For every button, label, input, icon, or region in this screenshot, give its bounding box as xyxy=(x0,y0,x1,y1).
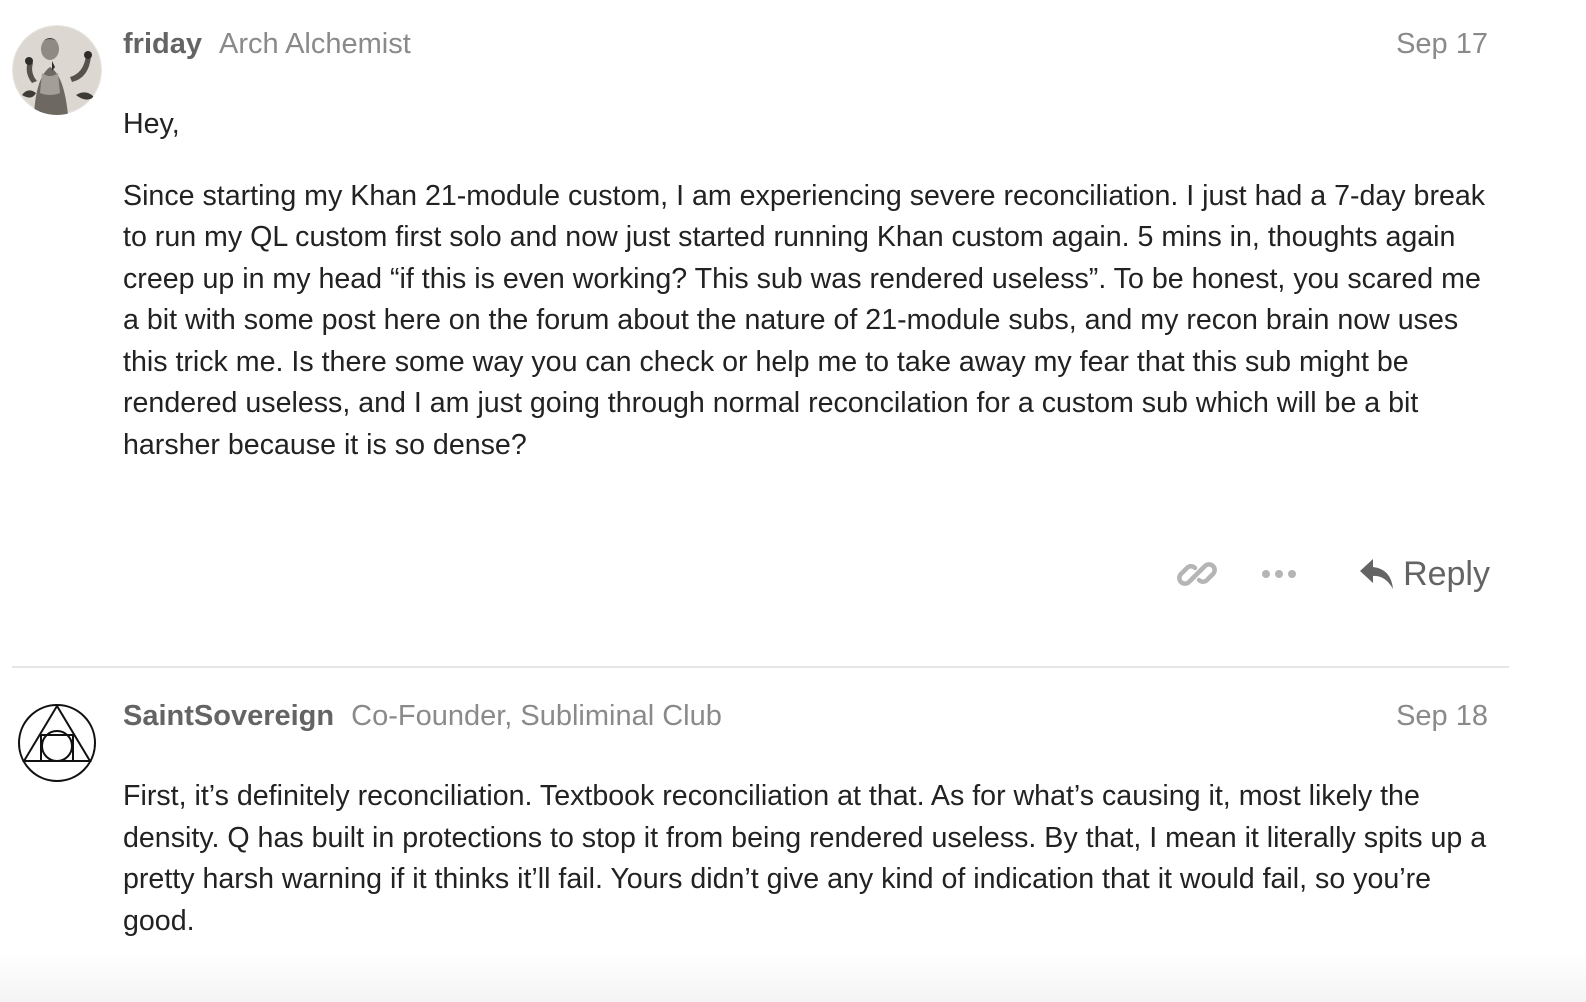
username[interactable]: friday xyxy=(123,28,202,61)
post-body: First, it’s definitely reconciliation. T… xyxy=(123,776,1493,942)
avatar[interactable] xyxy=(12,698,102,788)
post-paragraph: First, it’s definitely reconciliation. T… xyxy=(123,780,1487,937)
scroll-fade xyxy=(0,950,1586,1002)
portrait-sketch-avatar xyxy=(12,25,102,115)
post-meta: friday Arch Alchemist Sep 17 xyxy=(123,24,1488,64)
post-actions: Reply xyxy=(1177,549,1490,599)
reply-button[interactable]: Reply xyxy=(1359,555,1490,594)
post-paragraph: Hey, xyxy=(123,108,180,140)
ellipsis-icon[interactable] xyxy=(1261,566,1297,582)
user-title: Co-Founder, Subliminal Club xyxy=(351,699,722,732)
topic-page: friday Arch Alchemist Sep 17 Hey, Since … xyxy=(0,0,1586,1002)
user-title: Arch Alchemist xyxy=(218,27,411,60)
link-icon[interactable] xyxy=(1177,554,1217,594)
post-date[interactable]: Sep 17 xyxy=(1396,28,1488,61)
post-paragraph: Since starting my Khan 21-module custom,… xyxy=(123,179,1486,461)
avatar[interactable] xyxy=(12,25,102,115)
alchemy-triangle-circle-avatar xyxy=(12,698,102,788)
post-meta: SaintSovereign Co-Founder, Subliminal Cl… xyxy=(123,696,1488,736)
username[interactable]: SaintSovereign xyxy=(123,700,334,733)
post-date[interactable]: Sep 18 xyxy=(1396,700,1488,733)
post-divider xyxy=(12,666,1509,668)
reply-label: Reply xyxy=(1403,554,1490,593)
reply-arrow-icon xyxy=(1359,557,1395,591)
post-body: Hey, Since starting my Khan 21-module cu… xyxy=(123,104,1493,466)
